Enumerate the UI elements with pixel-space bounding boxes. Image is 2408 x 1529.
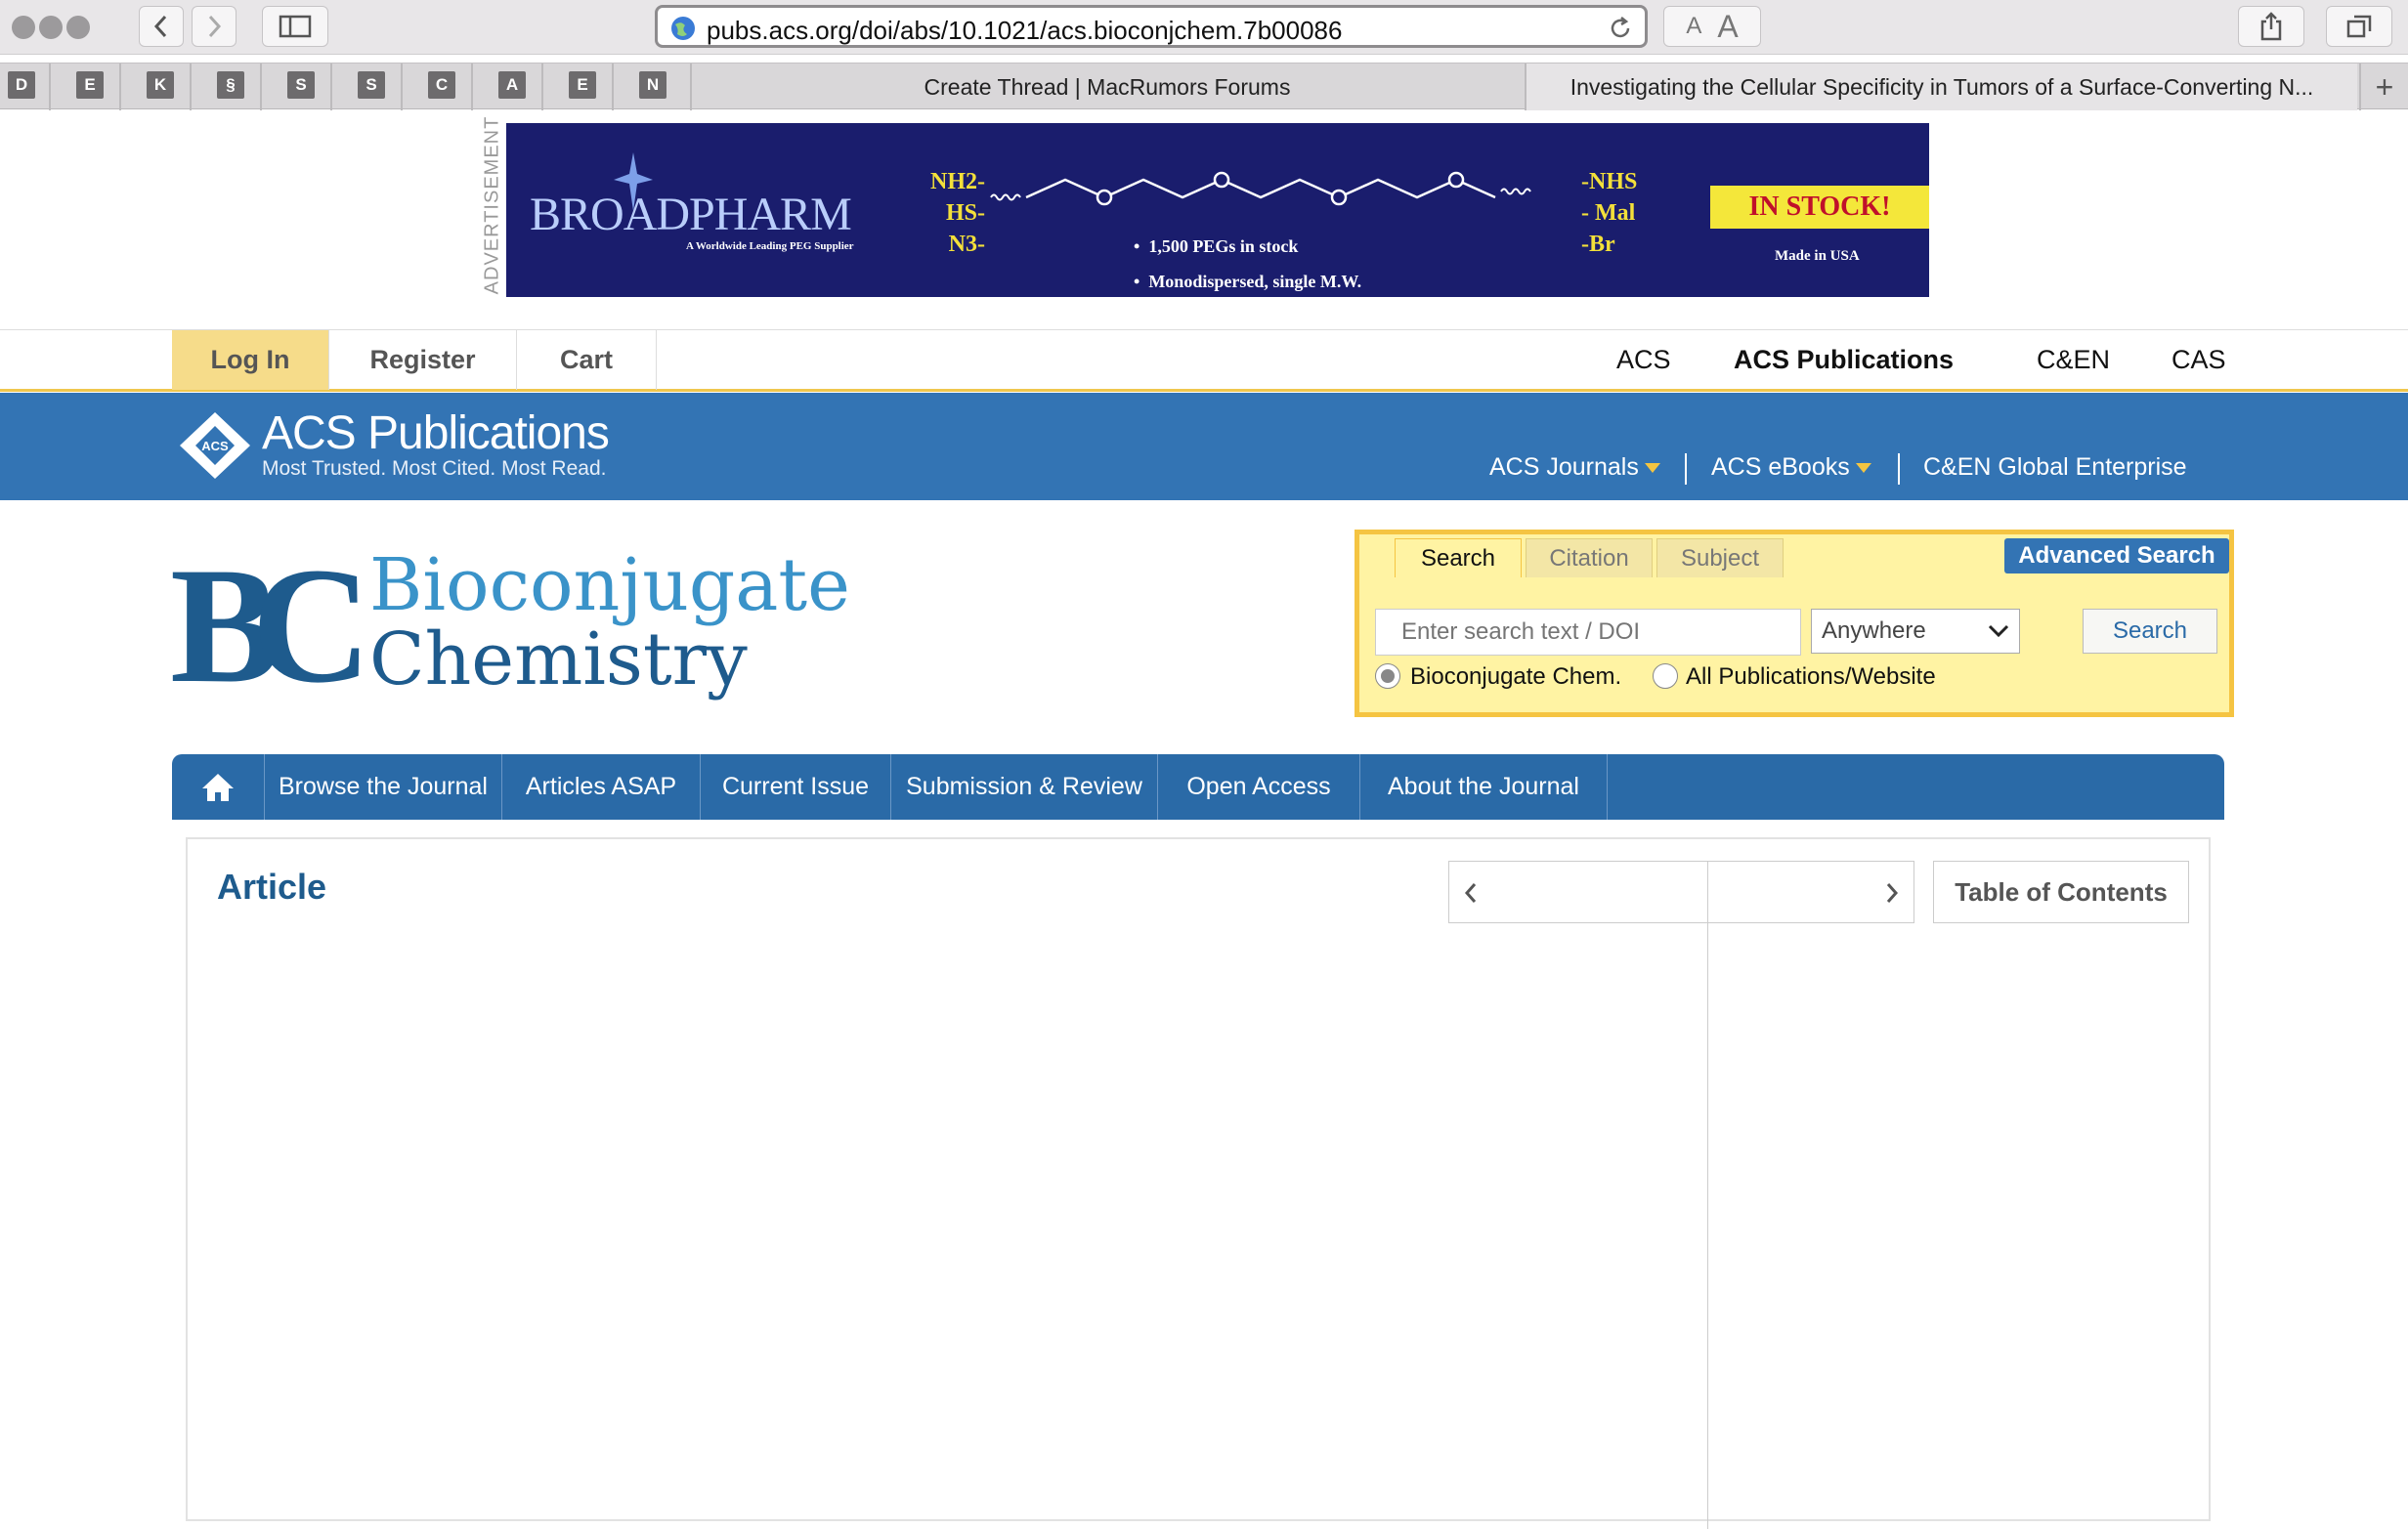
favorite-c[interactable]: C — [428, 71, 455, 99]
share-icon — [2260, 12, 2282, 41]
acs-publications-link[interactable]: ACS Publications — [1734, 330, 1954, 390]
chevron-right-icon — [1886, 883, 1899, 903]
reload-icon[interactable] — [1608, 16, 1633, 41]
tab-macrumors[interactable]: Create Thread | MacRumors Forums — [692, 64, 1523, 110]
acs-header: ACS ACS Publications Most Trusted. Most … — [0, 393, 2408, 500]
dropdown-arrow-icon — [1855, 463, 1871, 474]
acs-logo-icon[interactable]: ACS — [178, 410, 252, 481]
nav-current-issue[interactable]: Current Issue — [701, 754, 890, 820]
minimize-window-icon[interactable] — [39, 16, 63, 39]
favorite-e[interactable]: E — [76, 71, 104, 99]
text-size-control: A A — [1663, 6, 1761, 47]
sidebar-icon — [279, 15, 312, 38]
show-tabs-button[interactable] — [2326, 6, 2392, 47]
journal-logo-mark[interactable]: BC — [170, 542, 371, 708]
search-button[interactable]: Search — [2083, 609, 2217, 654]
new-tab-button[interactable]: + — [2361, 64, 2408, 110]
peg-chain-icon — [990, 171, 1531, 206]
chevron-left-icon — [1464, 883, 1477, 903]
search-panel: Search Citation Subject Advanced Search … — [1354, 530, 2234, 717]
favorite-s1[interactable]: S — [287, 71, 315, 99]
cen-global-enterprise-link[interactable]: C&EN Global Enterprise — [1923, 453, 2187, 482]
tab-strip: D E K § S S C A E N Create Thread | MacR… — [0, 63, 2408, 110]
previous-article-button[interactable] — [1448, 861, 1708, 923]
home-button[interactable] — [172, 754, 264, 820]
radio-all-publications[interactable] — [1653, 663, 1678, 689]
favorite-e2[interactable]: E — [569, 71, 596, 99]
favorite-s2[interactable]: S — [358, 71, 385, 99]
ad-right-groups: -NHS - Mal -Br — [1581, 169, 1638, 257]
nav-open-access[interactable]: Open Access — [1158, 754, 1359, 820]
text-larger-button[interactable]: A — [1717, 9, 1738, 45]
acs-logo-title[interactable]: ACS Publications — [262, 406, 610, 460]
home-icon — [202, 774, 234, 801]
acs-ebooks-menu[interactable]: ACS eBooks — [1711, 453, 1871, 482]
ad-bullets: • 1,500 PEGs in stock • Monodispersed, s… — [1134, 236, 1362, 291]
search-input[interactable] — [1375, 609, 1801, 656]
acs-journals-menu[interactable]: ACS Journals — [1489, 453, 1660, 482]
text-smaller-button[interactable]: A — [1686, 13, 1701, 40]
ad-banner[interactable]: BROADPHARM A Worldwide Leading PEG Suppl… — [506, 123, 1929, 297]
nav-submission-review[interactable]: Submission & Review — [891, 754, 1157, 820]
table-of-contents-button[interactable]: Table of Contents — [1933, 861, 2189, 923]
tab-subject[interactable]: Subject — [1656, 538, 1784, 577]
browser-toolbar: pubs.acs.org/doi/abs/10.1021/acs.bioconj… — [0, 0, 2408, 55]
chevron-down-icon — [1988, 624, 2009, 638]
svg-text:ACS: ACS — [201, 439, 229, 453]
acs-link[interactable]: ACS — [1616, 330, 1671, 390]
ad-left-groups: NH2- HS- N3- — [930, 169, 985, 257]
tab-article[interactable]: Investigating the Cellular Specificity i… — [1526, 64, 2357, 110]
article-content: Article Table of Contents — [186, 837, 2211, 1529]
share-button[interactable] — [2238, 6, 2304, 47]
favorite-d[interactable]: D — [8, 71, 35, 99]
ad-stock-badge: IN STOCK! — [1710, 186, 1929, 229]
top-nav: Log In Register Cart ACS ACS Publication… — [0, 329, 2408, 392]
favorite-section[interactable]: § — [217, 71, 244, 99]
nav-browse-journal[interactable]: Browse the Journal — [265, 754, 501, 820]
tab-search[interactable]: Search — [1395, 538, 1522, 577]
favorite-k[interactable]: K — [147, 71, 174, 99]
nav-about-journal[interactable]: About the Journal — [1360, 754, 1607, 820]
advanced-search-button[interactable]: Advanced Search — [2004, 538, 2229, 573]
radio-journal-label: Bioconjugate Chem. — [1410, 663, 1622, 690]
url-text: pubs.acs.org/doi/abs/10.1021/acs.bioconj… — [707, 16, 1343, 45]
address-bar[interactable]: pubs.acs.org/doi/abs/10.1021/acs.bioconj… — [655, 5, 1648, 48]
nav-articles-asap[interactable]: Articles ASAP — [502, 754, 700, 820]
ad-brand-tagline: A Worldwide Leading PEG Supplier — [686, 240, 854, 252]
close-window-icon[interactable] — [12, 16, 35, 39]
cen-link[interactable]: C&EN — [2037, 330, 2110, 390]
journal-name-line1: Bioconjugate — [369, 543, 850, 627]
journal-nav: Browse the Journal Articles ASAP Current… — [172, 754, 2224, 820]
chevron-left-icon — [153, 15, 167, 38]
forward-button[interactable] — [192, 6, 236, 47]
back-button[interactable] — [139, 6, 184, 47]
column-divider — [1707, 923, 1708, 1529]
favorite-a[interactable]: A — [498, 71, 526, 99]
sidebar-button[interactable] — [262, 6, 328, 47]
dropdown-arrow-icon — [1644, 463, 1660, 474]
chevron-right-icon — [208, 15, 222, 38]
login-link[interactable]: Log In — [172, 330, 328, 390]
ad-made-in: Made in USA — [1775, 248, 1860, 264]
register-link[interactable]: Register — [328, 330, 516, 390]
article-heading: Article — [217, 867, 327, 907]
favorite-n[interactable]: N — [639, 71, 666, 99]
acs-logo-tagline: Most Trusted. Most Cited. Most Read. — [262, 457, 607, 480]
next-article-button[interactable] — [1707, 861, 1914, 923]
ad-brand: BROADPHARM — [530, 189, 852, 240]
zoom-window-icon[interactable] — [66, 16, 90, 39]
globe-icon — [671, 17, 695, 40]
tabs-overview-icon — [2346, 15, 2372, 38]
radio-all-publications-label: All Publications/Website — [1686, 663, 1936, 690]
tab-citation[interactable]: Citation — [1526, 538, 1653, 577]
cas-link[interactable]: CAS — [2172, 330, 2226, 390]
search-scope-select[interactable]: Anywhere — [1811, 609, 2020, 654]
journal-name-line2: Chemistry — [369, 617, 748, 701]
radio-journal[interactable] — [1375, 663, 1400, 689]
cart-link[interactable]: Cart — [516, 330, 657, 390]
